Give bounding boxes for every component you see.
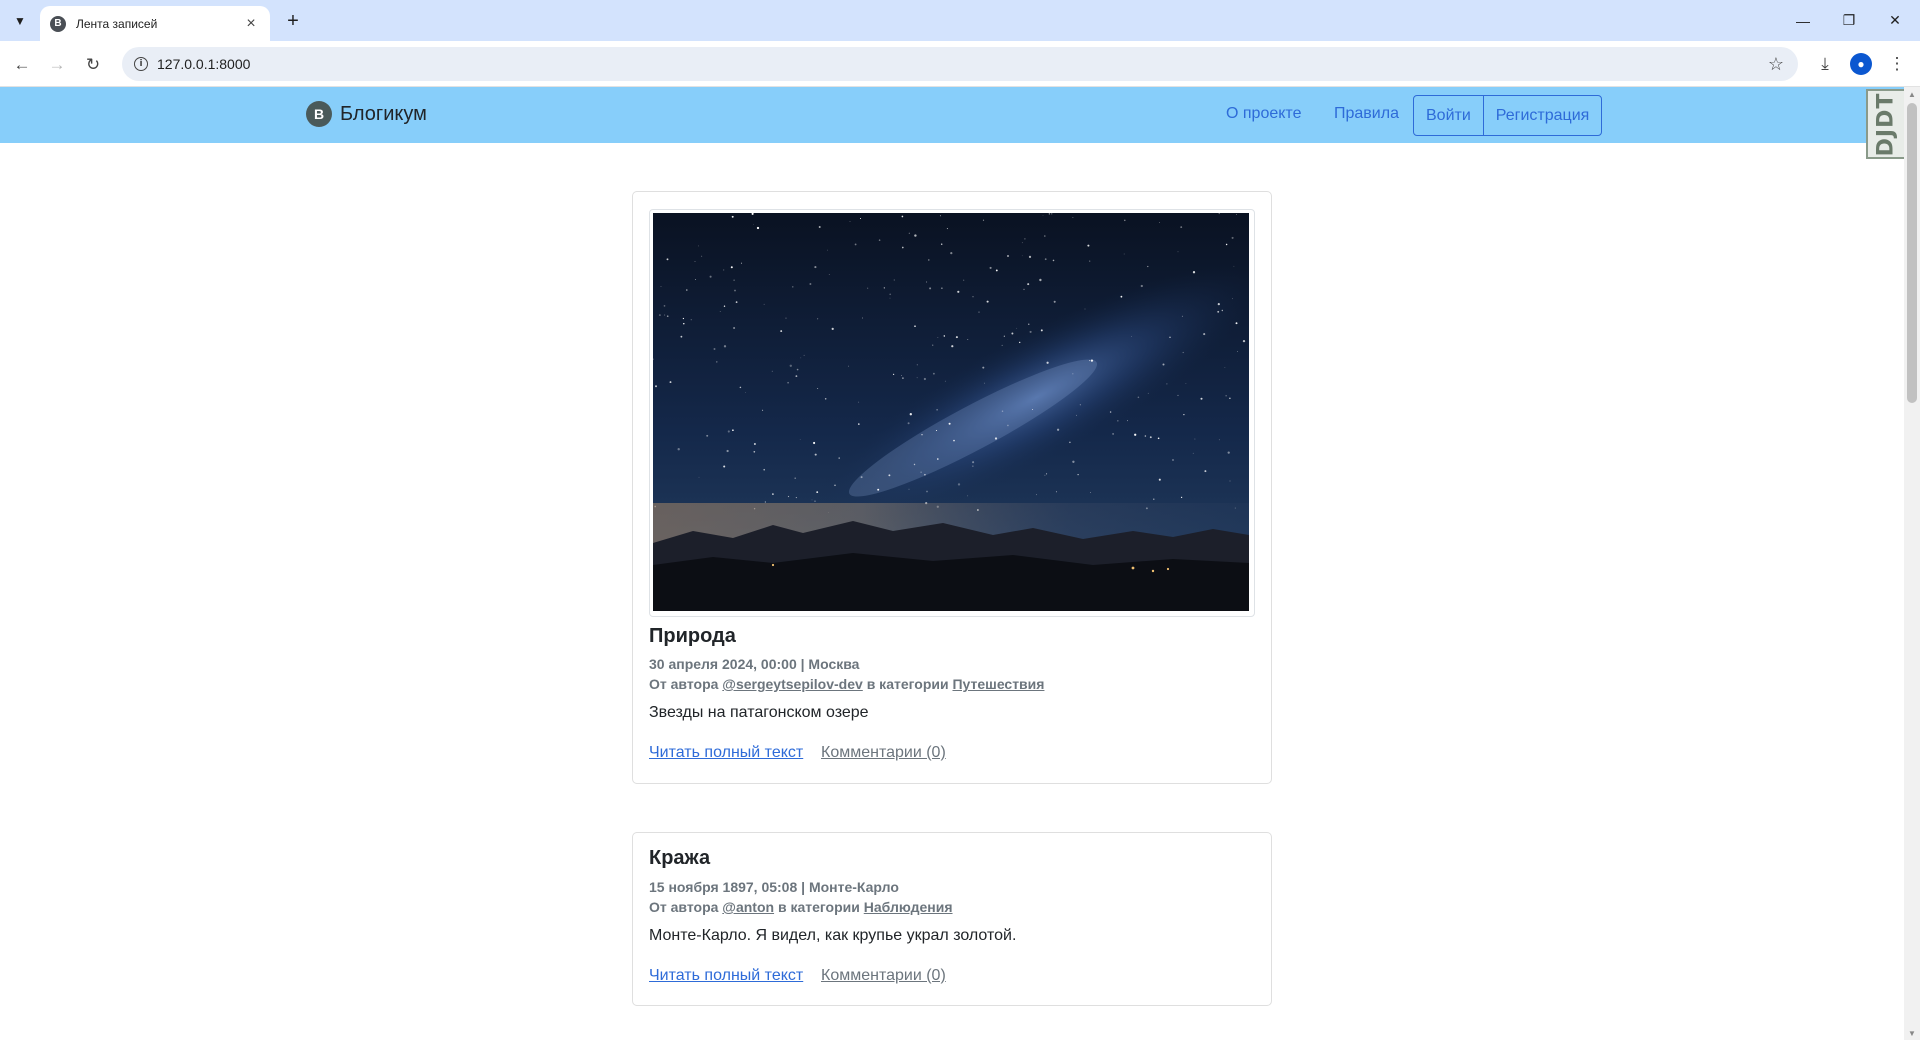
read-more-link[interactable]: Читать полный текст [649,967,803,985]
post-date-location: 15 ноября 1897, 05:08 | Монте-Карло [649,879,899,895]
browser-menu-icon[interactable]: ⋮ [1884,51,1910,77]
scrollbar-thumb[interactable] [1907,103,1917,403]
ddt-badge-text: DJDT [1873,92,1899,156]
post-image [649,209,1255,617]
scroll-down-arrow-icon[interactable]: ▼ [1904,1026,1920,1040]
minimize-icon[interactable]: — [1780,0,1826,41]
site-info-icon[interactable]: i [130,53,152,75]
page-viewport: B Блогикум О проекте Правила Войти Регис… [0,87,1904,1040]
comments-link[interactable]: Комментарии (0) [821,967,946,985]
post-date-location: 30 апреля 2024, 00:00 | Москва [649,656,860,672]
tab-title: Лента записей [76,16,158,31]
nav-about-link[interactable]: О проекте [1226,105,1301,123]
download-icon[interactable]: ⤓ [1812,51,1838,77]
author-prefix: От автора [649,899,719,915]
back-arrow-icon[interactable]: ← [7,49,37,79]
tab-close-icon[interactable]: × [242,15,260,33]
address-bar[interactable]: i 127.0.0.1:8000 ☆ [122,47,1798,81]
post-author-line: От автора @sergeytsepilov-dev в категори… [649,676,1044,692]
post-text: Звезды на патагонском озере [649,704,869,721]
brand-logo-icon: B [306,101,332,127]
author-prefix: От автора [649,676,719,692]
category-prefix: в категории [777,899,860,915]
profile-avatar-icon[interactable]: ● [1848,51,1874,77]
forward-arrow-icon[interactable]: → [42,49,72,79]
scroll-up-arrow-icon[interactable]: ▲ [1904,87,1920,101]
register-button[interactable]: Регистрация [1482,96,1602,135]
post-card: Природа 30 апреля 2024, 00:00 | Москва О… [632,191,1272,784]
post-card: Кража 15 ноября 1897, 05:08 | Монте-Карл… [632,832,1272,1006]
category-link[interactable]: Путешествия [952,676,1044,692]
post-title[interactable]: Кража [649,847,710,870]
close-window-icon[interactable]: ✕ [1872,0,1918,41]
category-link[interactable]: Наблюдения [864,899,953,915]
brand-name: Блогикум [340,102,427,125]
author-link[interactable]: @anton [722,899,774,915]
browser-tabstrip: ▼ B Лента записей × + — ❐ ✕ [0,0,1920,41]
tab-favicon-icon: B [50,15,66,32]
browser-tab-active[interactable]: B Лента записей × [40,6,270,41]
nav-rules-link[interactable]: Правила [1334,105,1399,123]
browser-toolbar: ← → ↻ i 127.0.0.1:8000 ☆ ⤓ ● ⋮ [0,41,1920,87]
category-prefix: в категории [866,676,949,692]
auth-button-group: Войти Регистрация [1413,95,1603,136]
post-text: Монте-Карло. Я видел, как крупье украл з… [649,927,1017,944]
tab-search-chevron-icon[interactable]: ▼ [8,9,32,33]
read-more-link[interactable]: Читать полный текст [649,744,803,762]
site-header: B Блогикум О проекте Правила Войти Регис… [0,87,1904,143]
reload-icon[interactable]: ↻ [78,49,108,79]
brand-link[interactable]: B Блогикум [306,101,427,127]
restore-icon[interactable]: ❐ [1826,0,1872,41]
bookmark-star-icon[interactable]: ☆ [1764,52,1788,76]
post-author-line: От автора @anton в категории Наблюдения [649,899,953,915]
django-debug-toolbar-handle[interactable]: DJDT [1866,89,1904,159]
starry-sky-image [653,213,1249,611]
author-link[interactable]: @sergeytsepilov-dev [722,676,863,692]
page-scrollbar[interactable]: ▲ ▼ [1904,87,1920,1040]
new-tab-plus-icon[interactable]: + [281,9,305,33]
comments-link[interactable]: Комментарии (0) [821,744,946,762]
url-text[interactable]: 127.0.0.1:8000 [157,56,250,72]
login-button[interactable]: Войти [1414,96,1483,135]
post-title[interactable]: Природа [649,625,736,648]
